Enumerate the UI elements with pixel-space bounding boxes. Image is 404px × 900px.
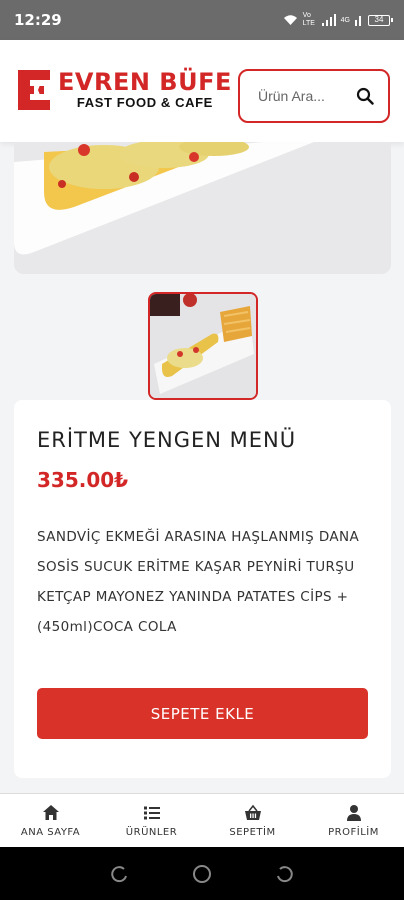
search-input[interactable] [258,88,352,104]
back-icon[interactable] [274,864,294,884]
list-icon [143,806,160,819]
brand-tagline: FAST FOOD & CAFE [76,95,213,110]
nav-label-home: ANA SAYFA [20,826,81,838]
nav-item-home[interactable]: ANA SAYFA [0,794,101,847]
product-main-image [14,142,391,274]
basket-icon [244,804,261,820]
nav-item-cart[interactable]: SEPETİM [202,794,303,847]
product-photo-illustration [14,142,391,274]
signal-icon [321,14,336,26]
home-icon [42,804,59,820]
nav-label-profile: PROFİLİM [328,826,379,838]
nav-label-products: ÜRÜNLER [125,826,178,838]
product-detail-card: ERİTME YENGEN MENÜ 335.00₺ SANDVİÇ EKMEĞ… [14,400,391,778]
status-bar: 12:29 Vo LTE 4G 34 [0,0,404,40]
app-header: EVREN BÜFE FAST FOOD & CAFE [0,40,404,142]
nav-item-products[interactable]: ÜRÜNLER [101,794,202,847]
logo-mark-icon [18,70,50,110]
product-price: 335.00₺ [37,468,129,492]
recent-apps-icon[interactable] [110,864,130,884]
thumbnail-photo-illustration [150,294,256,398]
battery-icon: 34 [368,14,393,26]
brand-name: EVREN BÜFE [58,68,232,96]
home-circle-icon[interactable] [191,863,213,885]
status-time: 12:29 [14,11,62,29]
bottom-navigation: ANA SAYFA ÜRÜNLER SEPETİM PROFİLİM [0,793,404,847]
add-to-cart-button[interactable]: SEPETE EKLE [37,688,368,739]
user-icon [346,804,361,821]
wifi-icon [283,15,297,25]
status-icons: Vo LTE 4G 34 [283,12,393,28]
battery-level: 34 [374,14,384,24]
search-box[interactable] [238,69,390,123]
product-description: SANDVİÇ EKMEĞİ ARASINA HAŞLANMIŞ DANA SO… [37,529,360,635]
signal-2-icon [355,16,361,26]
product-name: ERİTME YENGEN MENÜ [37,428,297,452]
search-icon[interactable] [356,87,374,105]
brand-logo[interactable]: EVREN BÜFE FAST FOOD & CAFE [14,68,232,112]
product-thumbnail[interactable] [148,292,258,400]
network-4g-label: 4G [340,16,350,24]
nav-label-cart: SEPETİM [229,826,276,838]
volte-label: Vo LTE [302,12,315,27]
system-navigation-bar [0,847,404,900]
nav-item-profile[interactable]: PROFİLİM [303,794,404,847]
logo-text: EVREN BÜFE FAST FOOD & CAFE [58,69,232,111]
